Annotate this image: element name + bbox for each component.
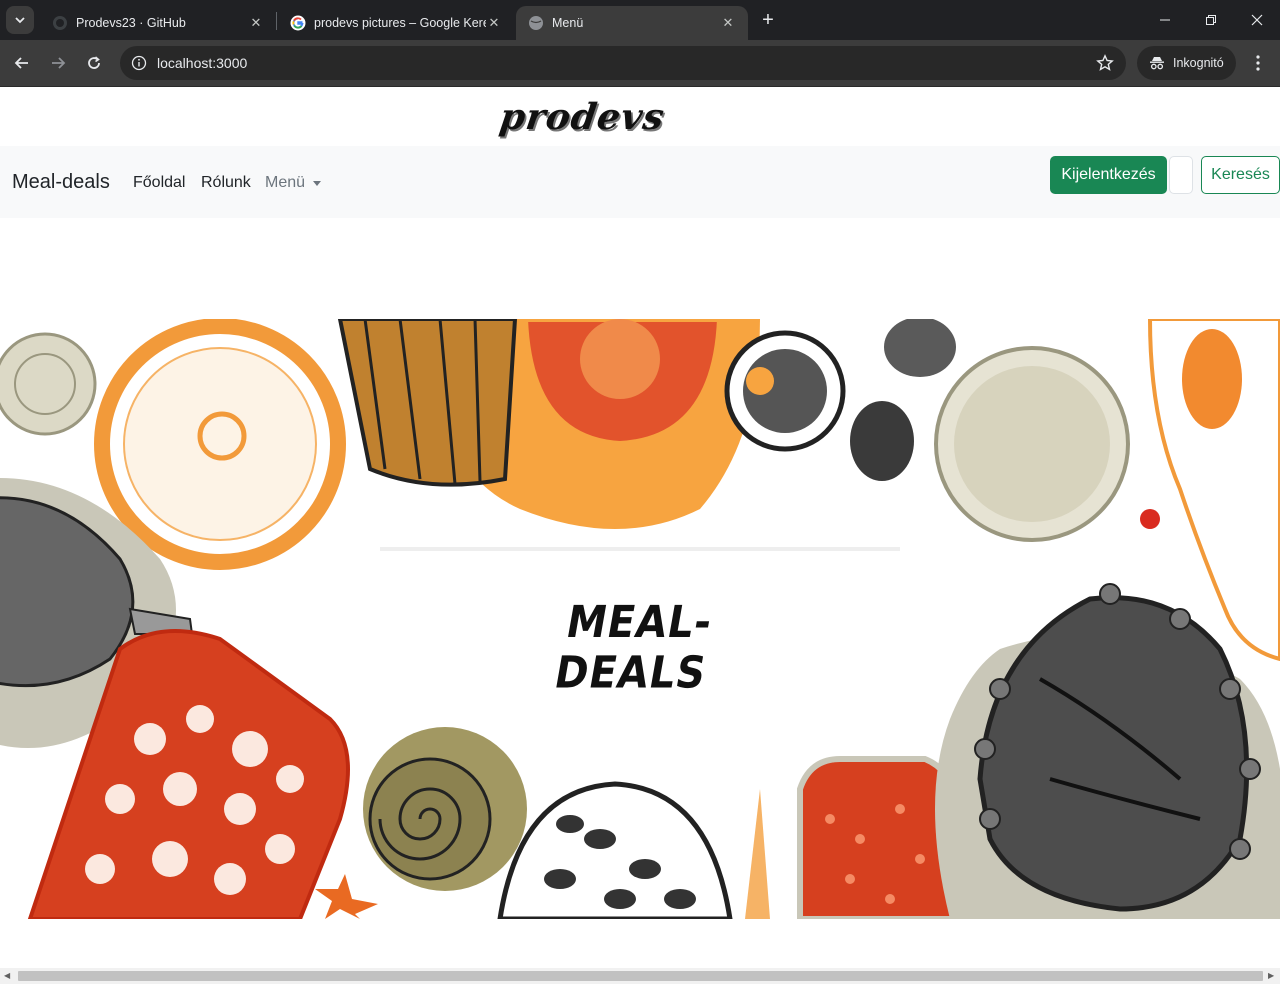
nav-link-about[interactable]: Rólunk — [201, 174, 251, 192]
back-arrow-icon — [14, 57, 28, 69]
forward-button[interactable] — [43, 48, 73, 78]
caret-down-icon — [313, 180, 322, 186]
back-button[interactable] — [7, 48, 37, 78]
tab-title: prodevs pictures – Google Kere — [314, 16, 486, 30]
tab-google[interactable]: prodevs pictures – Google Kere ✕ — [278, 6, 514, 40]
close-tab-icon[interactable]: ✕ — [486, 15, 502, 31]
restore-icon — [1206, 15, 1216, 25]
minimize-icon — [1160, 19, 1170, 21]
horizontal-scrollbar[interactable]: ◀ ▶ — [0, 968, 1280, 984]
close-window-button[interactable] — [1234, 0, 1280, 40]
plus-icon: + — [762, 8, 774, 31]
incognito-label: Inkognitó — [1173, 56, 1224, 70]
tab-github[interactable]: Prodevs23 · GitHub ✕ — [40, 6, 276, 40]
tab-search-button[interactable] — [6, 6, 34, 34]
globe-icon — [528, 15, 544, 31]
incognito-indicator[interactable]: Inkognitó — [1137, 46, 1236, 80]
close-icon — [1251, 14, 1263, 26]
logout-button[interactable]: Kijelentkezés — [1050, 156, 1167, 194]
google-icon — [290, 15, 306, 31]
reload-icon — [88, 56, 100, 69]
site-navbar: Meal-deals Főoldal Rólunk Menü Kijelentk… — [0, 146, 1280, 218]
scrollbar-thumb[interactable] — [18, 971, 1263, 981]
tab-title: Prodevs23 · GitHub — [76, 16, 186, 30]
kebab-icon — [1256, 55, 1260, 71]
search-input[interactable] — [1169, 156, 1193, 194]
nav-link-home[interactable]: Főoldal — [133, 174, 185, 192]
forward-arrow-icon — [52, 57, 66, 69]
reload-button[interactable] — [79, 48, 109, 78]
browser-tabstrip: Prodevs23 · GitHub ✕ prodevs pictures – … — [0, 0, 1280, 40]
incognito-icon — [1150, 57, 1164, 70]
new-tab-button[interactable]: + — [756, 8, 780, 32]
nav-dropdown-label: Menü — [265, 174, 306, 191]
search-button[interactable]: Keresés — [1201, 156, 1280, 194]
chevron-down-icon — [15, 17, 25, 24]
tab-menu[interactable]: Menü ✕ — [516, 6, 748, 40]
minimize-button[interactable] — [1142, 0, 1188, 40]
restore-button[interactable] — [1188, 0, 1234, 40]
page-content: prodevs Meal-deals Főoldal Rólunk Menü K… — [0, 88, 1280, 968]
url-text: localhost:3000 — [157, 55, 248, 71]
nav-dropdown-menu[interactable]: Menü — [265, 174, 322, 192]
scroll-left-icon[interactable]: ◀ — [4, 972, 12, 980]
tab-separator — [276, 12, 277, 30]
close-tab-icon[interactable]: ✕ — [720, 15, 736, 31]
info-icon[interactable] — [130, 54, 148, 72]
browser-toolbar: localhost:3000 Inkognitó — [0, 40, 1280, 87]
close-tab-icon[interactable]: ✕ — [248, 15, 264, 31]
address-bar[interactable]: localhost:3000 — [120, 46, 1126, 80]
hero-banner: MEAL-DEALS — [0, 319, 1280, 919]
site-logo[interactable]: prodevs — [497, 96, 667, 138]
github-icon — [52, 15, 68, 31]
navbar-brand[interactable]: Meal-deals — [12, 171, 110, 194]
logo-bar: prodevs — [0, 88, 1280, 146]
hero-title: MEAL-DEALS — [550, 597, 717, 699]
browser-menu-button[interactable] — [1246, 48, 1270, 78]
star-icon[interactable] — [1096, 54, 1114, 72]
scroll-right-icon[interactable]: ▶ — [1268, 972, 1276, 980]
tab-title: Menü — [552, 16, 584, 30]
